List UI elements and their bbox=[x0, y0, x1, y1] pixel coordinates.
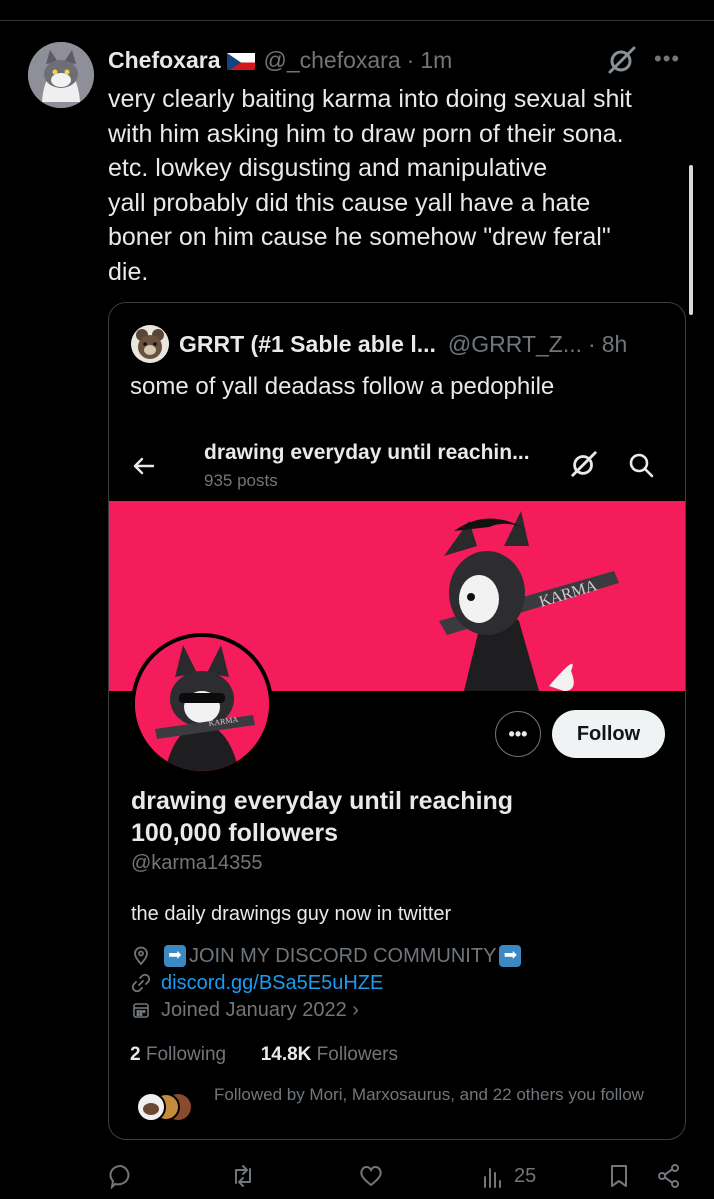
right-arrow-emoji-icon: ➡ bbox=[499, 945, 522, 967]
views-count: 25 bbox=[514, 1164, 537, 1187]
follow-stats: 2 Following 14.8K Followers bbox=[130, 1044, 398, 1066]
profile-location: JOIN MY DISCORD COMMUNITY bbox=[189, 944, 497, 967]
quote-header: GRRT (#1 Sable able l... @GRRT_Z... · 8h bbox=[179, 329, 627, 359]
reply-icon bbox=[109, 1165, 130, 1189]
views-button[interactable]: 25 bbox=[480, 1160, 536, 1192]
reply-button[interactable] bbox=[108, 1160, 134, 1192]
grok-icon bbox=[569, 449, 599, 479]
share-icon bbox=[658, 1164, 679, 1188]
profile-link-row: discord.gg/BSa5E5uHZE bbox=[131, 970, 383, 996]
profile-header-title: drawing everyday until reachin... bbox=[204, 441, 530, 464]
share-button[interactable] bbox=[656, 1160, 682, 1192]
quote-avatar[interactable] bbox=[131, 325, 169, 363]
followed-by-avatars bbox=[134, 1090, 198, 1124]
quote-author-handle: @GRRT_Z... bbox=[447, 330, 583, 357]
tweet-header: Chefoxara @_chefoxara · 1m bbox=[108, 45, 452, 75]
banner-bat-text: KARMA bbox=[537, 577, 599, 611]
profile-more-button: ••• bbox=[495, 711, 541, 757]
czech-flag-icon bbox=[227, 51, 256, 70]
right-arrow-emoji-icon: ➡ bbox=[164, 945, 186, 967]
separator-dot: · bbox=[406, 46, 415, 73]
follow-button: Follow bbox=[552, 710, 665, 758]
repost-button[interactable] bbox=[230, 1160, 256, 1192]
quote-author-name: GRRT (#1 Sable able l... bbox=[179, 330, 436, 357]
location-pin-icon bbox=[134, 946, 148, 966]
tweet-actions: 25 bbox=[0, 1160, 714, 1194]
tweet-time[interactable]: 1m bbox=[420, 47, 452, 74]
link-icon bbox=[131, 973, 151, 993]
heart-icon bbox=[360, 1166, 382, 1187]
profile-link: discord.gg/BSa5E5uHZE bbox=[161, 971, 384, 994]
author-handle[interactable]: @_chefoxara bbox=[263, 47, 400, 74]
followers-count: 14.8K bbox=[260, 1044, 312, 1065]
tweet-text: very clearly baiting karma into doing se… bbox=[108, 85, 632, 286]
bookmark-icon bbox=[611, 1165, 627, 1187]
grok-icon[interactable] bbox=[606, 44, 638, 76]
profile-bio: the daily drawings guy now in twitter bbox=[131, 903, 452, 925]
more-options-icon[interactable]: ••• bbox=[654, 46, 680, 72]
bookmark-button[interactable] bbox=[606, 1160, 632, 1192]
quote-time: 8h bbox=[601, 330, 628, 357]
profile-joined-row: Joined January 2022 › bbox=[131, 997, 359, 1023]
calendar-icon bbox=[133, 1003, 149, 1018]
profile-joined: Joined January 2022 › bbox=[161, 998, 359, 1021]
profile-screenshot: drawing everyday until reachin... 935 po… bbox=[109, 427, 685, 1139]
profile-display-name: drawing everyday until reaching 100,000 … bbox=[131, 787, 514, 847]
profile-handle: @karma14355 bbox=[131, 852, 263, 874]
author-name[interactable]: Chefoxara bbox=[108, 47, 220, 74]
back-arrow-icon bbox=[131, 453, 157, 479]
search-icon bbox=[627, 451, 655, 479]
profile-location-row: ➡ JOIN MY DISCORD COMMUNITY ➡ bbox=[131, 943, 524, 969]
quoted-tweet[interactable]: GRRT (#1 Sable able l... @GRRT_Z... · 8h… bbox=[108, 302, 686, 1140]
views-icon bbox=[484, 1168, 501, 1188]
following-count: 2 bbox=[130, 1044, 141, 1065]
following-label: Following bbox=[145, 1044, 227, 1065]
separator-dot: · bbox=[588, 330, 596, 357]
avatar[interactable] bbox=[28, 42, 94, 108]
tweet: Chefoxara @_chefoxara · 1m ••• very clea… bbox=[0, 0, 714, 1199]
posts-count: 935 posts bbox=[204, 471, 278, 490]
like-button[interactable] bbox=[358, 1160, 384, 1192]
followed-by-text: Followed by Mori, Marxosaurus, and 22 ot… bbox=[214, 1085, 644, 1104]
quote-text: some of yall deadass follow a pedophile bbox=[130, 373, 555, 400]
profile-picture: KARMA bbox=[131, 633, 273, 775]
followers-label: Followers bbox=[316, 1044, 398, 1065]
repost-icon bbox=[235, 1165, 251, 1187]
